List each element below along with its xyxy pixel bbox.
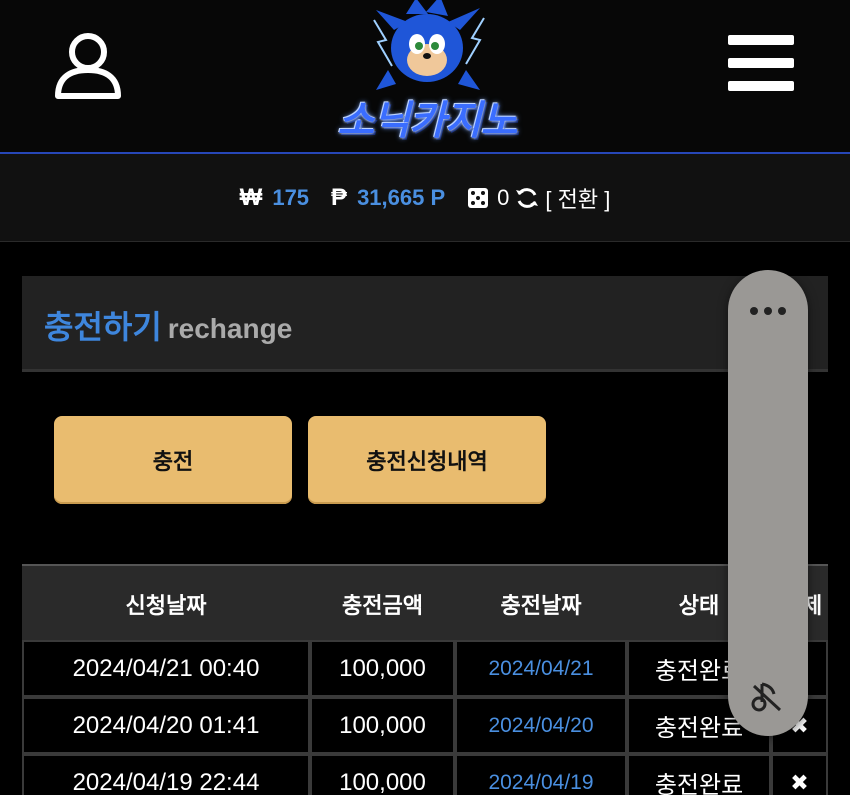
section-title-text: 충전하기 (44, 309, 162, 345)
table-row: 2024/04/21 00:40 100,000 2024/04/21 충전완료… (22, 640, 828, 697)
logo-text: 소닉카지노 (337, 98, 518, 144)
cell-status: 충전완료 (627, 754, 771, 795)
won-symbol: ₩ (239, 184, 263, 211)
cell-charge-date: 2024/04/19 (455, 754, 627, 795)
section-subtitle: rechange (167, 313, 293, 344)
balance-bar: ₩ 175 ₱ 31,665 P 0 [ 전환 ] (0, 154, 850, 242)
top-header: 소닉카지노 (0, 0, 850, 152)
section-header: 충전하기 rechange (22, 276, 828, 372)
charge-button[interactable]: 충전 (54, 416, 292, 504)
table-row: 2024/04/19 22:44 100,000 2024/04/19 충전완료… (22, 754, 828, 795)
floating-overlay-panel[interactable] (728, 270, 808, 736)
user-icon[interactable] (52, 30, 124, 102)
dice-icon (467, 187, 489, 209)
cell-amount: 100,000 (310, 697, 455, 754)
header-charge-date: 충전날짜 (500, 593, 582, 618)
dice-count: 0 (497, 185, 510, 210)
hamburger-menu-icon[interactable] (725, 33, 797, 93)
charge-history-button[interactable]: 충전신청내역 (308, 416, 546, 504)
more-dots-icon[interactable] (748, 302, 788, 315)
hide-icon[interactable] (750, 680, 784, 714)
section-title: 충전하기 rechange (44, 302, 292, 348)
convert-button[interactable]: [ 전환 ] (545, 182, 610, 214)
close-x-icon: ✖ (790, 769, 809, 795)
header-amount: 충전금액 (342, 593, 423, 618)
header-request-date: 신청날짜 (125, 593, 207, 618)
cell-request-date: 2024/04/20 01:41 (22, 697, 310, 754)
point-symbol: ₱ (331, 184, 348, 211)
cell-charge-date: 2024/04/21 (455, 640, 627, 697)
table-header: 신청날짜 충전금액 충전날짜 상태 제 (22, 564, 828, 640)
cell-amount: 100,000 (310, 754, 455, 795)
cell-charge-date: 2024/04/20 (455, 697, 627, 754)
point-balance: 31,665 P (357, 185, 446, 210)
delete-button[interactable]: ✖ (771, 754, 828, 795)
refresh-icon[interactable] (515, 186, 539, 210)
cell-amount: 100,000 (310, 640, 455, 697)
cell-request-date: 2024/04/21 00:40 (22, 640, 310, 697)
won-balance: 175 (272, 185, 310, 210)
cell-request-date: 2024/04/19 22:44 (22, 754, 310, 795)
site-logo[interactable]: 소닉카지노 (316, 0, 538, 146)
table-row: 2024/04/20 01:41 100,000 2024/04/20 충전완료… (22, 697, 828, 754)
